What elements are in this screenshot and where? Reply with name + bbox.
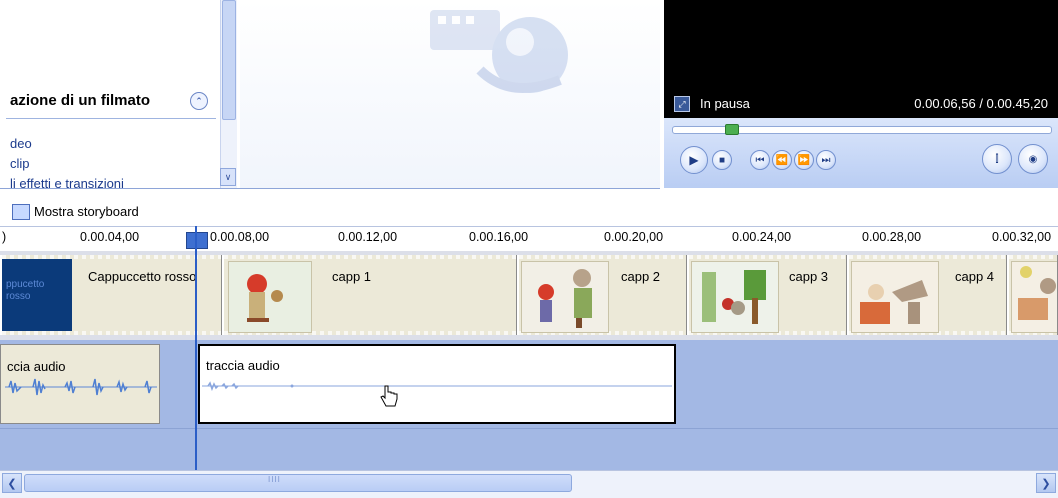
- audio-waveform: [202, 381, 672, 392]
- video-clip[interactable]: capp 2: [517, 255, 687, 335]
- ruler-tick: 0.00.16,00: [469, 230, 529, 244]
- video-track: ppucetto rosso Cappuccetto rosso capp 1 …: [0, 251, 1058, 340]
- task-link-import-video[interactable]: deo: [10, 136, 32, 151]
- next-frame-button[interactable]: ⏭: [816, 150, 836, 170]
- playback-status: In pausa: [700, 96, 750, 111]
- ruler-tick: 0.00.20,00: [604, 230, 664, 244]
- wolf-in-bed-image: [852, 262, 938, 332]
- clip-thumbnail: [851, 261, 939, 333]
- show-storyboard-button[interactable]: Mostra storyboard: [34, 204, 139, 219]
- forest-scene-image: [692, 262, 778, 332]
- ruler-tick: 0.00.04,00: [80, 230, 140, 244]
- ruler-tick: 0.00.24,00: [732, 230, 792, 244]
- clip-label: Cappuccetto rosso: [88, 269, 197, 284]
- audio-track: ccia audio traccia audio: [0, 340, 1058, 428]
- title-overlay-track: [0, 428, 1058, 471]
- audio-clip-label: ccia audio: [7, 359, 66, 374]
- scroll-right-button[interactable]: ❯: [1036, 473, 1056, 493]
- scroll-down-button[interactable]: ∨: [220, 168, 236, 186]
- preview-monitor: ⤢ In pausa 0.00.06,56 / 0.00.45,20 ▶ ■ ⏮…: [664, 0, 1058, 188]
- playhead-line[interactable]: [195, 226, 197, 472]
- play-button[interactable]: ▶: [680, 146, 708, 174]
- clip-thumbnail: ppucetto rosso: [2, 259, 72, 331]
- seek-thumb[interactable]: [725, 124, 740, 135]
- video-clip[interactable]: ppucetto rosso Cappuccetto rosso: [0, 255, 222, 335]
- task-section-title: azione di un filmato: [10, 92, 151, 109]
- section-divider: [6, 118, 216, 119]
- clip-label: capp 1: [332, 269, 372, 284]
- audio-clip-label: traccia audio: [206, 358, 280, 373]
- storyboard-icon[interactable]: [12, 204, 30, 220]
- girl-and-wolf-image: [522, 262, 608, 332]
- rewind-button[interactable]: ⏪: [772, 150, 792, 170]
- ruler-tick: ): [2, 230, 7, 244]
- scroll-left-button[interactable]: ❮: [2, 473, 22, 493]
- storyboard-toolbar: Mostra storyboard: [0, 200, 1058, 226]
- ruler-tick: 0.00.12,00: [338, 230, 398, 244]
- hand-cursor-icon: [380, 385, 398, 407]
- bedroom-scene-image: [1012, 262, 1057, 332]
- tasks-pane: azione di un filmato ⌃ deo clip li effet…: [0, 0, 240, 189]
- girl-red-hood-image: [229, 262, 311, 332]
- playback-controls: ▶ ■ ⏮ ⏪ ⏩ ⏭ ⫿ ◉: [664, 118, 1058, 188]
- stop-button[interactable]: ■: [712, 150, 732, 170]
- task-link-effects-transitions[interactable]: li effetti e transizioni: [10, 176, 124, 188]
- video-clip[interactable]: capp 1: [222, 255, 517, 335]
- time-readout: 0.00.06,56 / 0.00.45,20: [914, 96, 1048, 111]
- audio-clip-selected[interactable]: traccia audio: [198, 344, 676, 424]
- scrollbar-grip: IIII: [268, 475, 281, 484]
- clip-thumbnail: [521, 261, 609, 333]
- clip-label: capp 2: [621, 269, 661, 284]
- fullscreen-icon[interactable]: ⤢: [674, 96, 690, 112]
- scrollbar-thumb[interactable]: [24, 474, 572, 492]
- video-clip[interactable]: capp 3: [687, 255, 847, 335]
- video-clip[interactable]: capp 4: [847, 255, 1007, 335]
- clip-label: capp 4: [955, 269, 995, 284]
- fast-forward-button[interactable]: ⏩: [794, 150, 814, 170]
- movie-maker-watermark-icon: [430, 10, 568, 93]
- monitor-status-bar: ⤢ In pausa 0.00.06,56 / 0.00.45,20: [664, 88, 1058, 118]
- clip-thumbnail: [228, 261, 312, 333]
- clip-thumbnail: [1011, 261, 1057, 333]
- timeline-ruler[interactable]: ) 0.00.04,00 0.00.08,00 0.00.12,00 0.00.…: [0, 226, 1058, 252]
- clip-thumbnail: [691, 261, 779, 333]
- previous-frame-button[interactable]: ⏮: [750, 150, 770, 170]
- video-preview-screen: [664, 0, 1058, 88]
- split-clip-icon[interactable]: ⫿: [982, 144, 1012, 174]
- ruler-tick: 0.00.32,00: [992, 230, 1052, 244]
- take-photo-icon[interactable]: ◉: [1018, 144, 1048, 174]
- task-pane-scroll-thumb[interactable]: [222, 0, 236, 120]
- timeline-horizontal-scrollbar[interactable]: ❮ IIII ❯: [0, 470, 1058, 498]
- collapse-section-button[interactable]: ⌃: [190, 92, 208, 110]
- ruler-tick: 0.00.08,00: [210, 230, 270, 244]
- ruler-tick: 0.00.28,00: [862, 230, 922, 244]
- audio-clip[interactable]: ccia audio: [0, 344, 160, 424]
- task-link-clip[interactable]: clip: [10, 156, 30, 171]
- clip-label: capp 3: [789, 269, 829, 284]
- audio-waveform: [5, 378, 157, 396]
- collection-area: [240, 0, 660, 189]
- playhead-marker[interactable]: [186, 232, 208, 249]
- thumbnail-text: ppucetto rosso: [6, 279, 45, 302]
- video-clip[interactable]: [1007, 255, 1058, 335]
